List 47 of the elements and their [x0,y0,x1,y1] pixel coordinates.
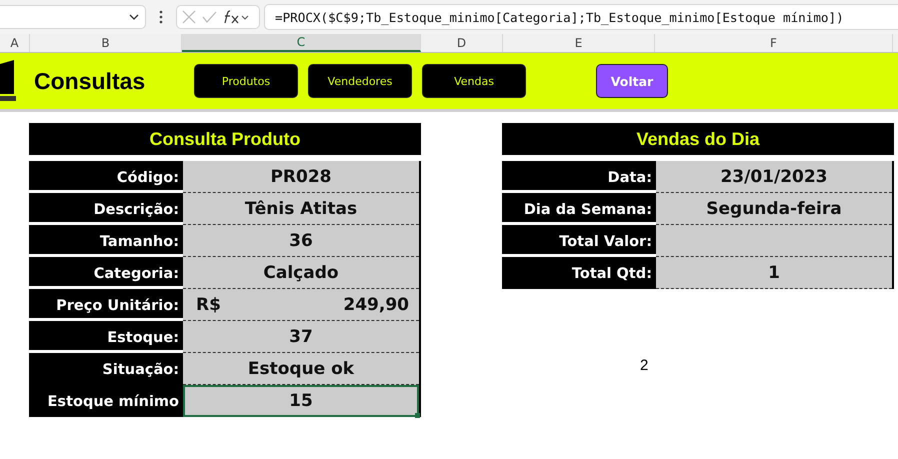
field-label: Data: [502,161,656,193]
function-icon[interactable] [223,10,249,24]
field-label: Estoque mínimo [29,385,183,417]
fill-handle[interactable] [415,413,420,418]
page-title: Consultas [34,68,146,94]
value-cell[interactable]: 36 [183,225,419,257]
column-header[interactable]: A [0,34,30,52]
field-label: Tamanho: [29,225,183,257]
name-box[interactable] [0,5,146,29]
column-header[interactable]: E [503,34,655,52]
field-label: Preço Unitário: [29,289,183,321]
nav-button[interactable]: Vendas [422,64,526,98]
field-label: Situação: [29,353,183,385]
field-label: Descrição: [29,193,183,225]
price-value: 249,90 [343,294,409,314]
field-label: Total Qtd: [502,257,656,289]
nav-button[interactable]: Produtos [194,64,298,98]
column-header[interactable]: D [421,34,503,52]
value-cell: Segunda-feira [656,193,892,225]
cancel-icon[interactable] [182,10,196,24]
more-icon[interactable] [158,10,164,24]
value-cell[interactable]: Calçado [183,257,419,289]
nav-button[interactable]: Vendedores [308,64,412,98]
field-label: Código: [29,161,183,193]
field-label: Dia da Semana: [502,193,656,225]
value-cell[interactable]: R$ 249,90 [183,289,419,321]
value-cell[interactable]: PR028 [183,161,419,193]
panel-title: Vendas do Dia [502,123,894,155]
column-header[interactable]: C [182,34,421,52]
check-icon[interactable] [202,11,217,23]
logo-icon [0,60,18,102]
currency-symbol: R$ [196,294,221,314]
column-header[interactable]: F [655,34,893,52]
chevron-icon [129,14,139,20]
value-cell[interactable]: 37 [183,321,419,353]
value-cell[interactable]: Estoque ok [183,353,419,385]
value-cell[interactable]: 15 [183,385,419,417]
formula-field[interactable]: =PROCX($C$9;Tb_Estoque_minimo[Categoria];Tb_Estoque_minimo[Estoque mínimo]) [264,4,898,30]
back-button[interactable]: Voltar [596,64,668,98]
field-label: Estoque: [29,321,183,353]
value-cell: 1 [656,257,892,289]
cell-value: 2 [640,357,648,374]
value-cell[interactable]: Tênis Atitas [183,193,419,225]
value-cell: 23/01/2023 [656,161,892,193]
field-label: Categoria: [29,257,183,289]
field-label: Total Valor: [502,225,656,257]
panel-title: Consulta Produto [29,123,421,155]
